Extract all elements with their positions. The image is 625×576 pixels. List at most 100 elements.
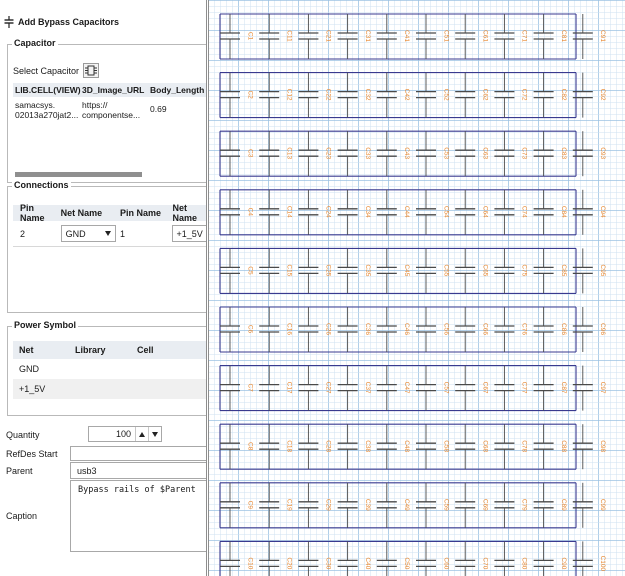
capacitor-refdes-label: C42 [403, 89, 410, 101]
capacitor-refdes-label: C59 [442, 499, 449, 511]
schematic-canvas[interactable]: C1 C11 C21 C31 C41 C51 C61 C71 C81 C91 C2 C12 C22 C32… [208, 0, 625, 576]
capacitor-refdes-label: C18 [285, 440, 292, 452]
capacitor-refdes-label: C33 [364, 147, 371, 159]
capacitor-refdes-label: C23 [325, 147, 332, 159]
column-header-3d-image-url[interactable]: 3D_Image_URL [79, 85, 147, 95]
capacitor-refdes-label: C86 [560, 323, 567, 335]
capacitor-refdes-label: C2 [246, 90, 253, 99]
capacitor-refdes-label: C28 [325, 440, 332, 452]
capacitor-refdes-label: C25 [325, 264, 332, 276]
caption-textarea[interactable]: Bypass rails of $Parent [70, 480, 206, 552]
column-header-lib-cell[interactable]: LIB.CELL(VIEW) [13, 85, 81, 95]
panel-title-text: Add Bypass Capacitors [18, 17, 120, 27]
connections-table-header: Pin Name Net Name Pin Name Net Name [13, 203, 206, 223]
capacitor-refdes-label: C36 [364, 323, 371, 335]
capacitor-refdes-label: C15 [285, 264, 292, 276]
component-icon [85, 65, 98, 76]
capacitor-refdes-label: C61 [481, 30, 488, 42]
capacitor-refdes-label: C32 [364, 89, 371, 101]
column-header-body-length[interactable]: Body_Length [147, 85, 206, 95]
capacitor-refdes-label: C74 [521, 206, 528, 218]
capacitor-refdes-label: C19 [285, 499, 292, 511]
capacitor-refdes-label: C27 [325, 382, 332, 394]
schematic-svg[interactable]: C1 C11 C21 C31 C41 C51 C61 C71 C81 C91 C2 C12 C22 C32… [208, 0, 625, 576]
column-header-pin-name-2[interactable]: Pin Name [116, 208, 168, 218]
column-header-net-name-2[interactable]: Net Name [168, 203, 206, 223]
column-header-pin-name-1[interactable]: Pin Name [13, 203, 57, 223]
column-header-cell[interactable]: Cell [137, 345, 197, 355]
refdes-start-input[interactable] [70, 446, 206, 461]
table-row[interactable]: samacsys. 02013a270jat2... https:// comp… [13, 97, 206, 120]
column-header-library[interactable]: Library [75, 345, 137, 355]
capacitor-refdes-label: C37 [364, 382, 371, 394]
horizontal-scrollbar[interactable] [15, 172, 142, 177]
table-row: 2 GND 1 +1_5V [13, 221, 206, 247]
bypass-capacitor-panel: Add Bypass Capacitors Capacitor Select C… [0, 0, 207, 576]
image-url-value: https:// componentse... [82, 100, 141, 120]
capacitor-refdes-label: C35 [364, 264, 371, 276]
select-capacitor-button[interactable] [83, 63, 100, 78]
capacitor-refdes-label: C95 [599, 264, 606, 276]
capacitor-refdes-label: C83 [560, 147, 567, 159]
capacitor-refdes-label: C82 [560, 89, 567, 101]
net-name-select-value: GND [65, 228, 86, 239]
capacitor-refdes-label: C60 [442, 557, 449, 569]
arrow-up-icon [139, 431, 145, 437]
net-name-select-2[interactable]: +1_5V [172, 225, 206, 242]
capacitor-refdes-label: C54 [442, 206, 449, 218]
capacitor-refdes-label: C22 [325, 89, 332, 101]
capacitor-refdes-label: C66 [481, 323, 488, 335]
caption-label: Caption [6, 511, 38, 521]
increment-button[interactable] [135, 427, 148, 441]
capacitor-refdes-label: C68 [481, 440, 488, 452]
decrement-button[interactable] [148, 427, 161, 441]
capacitor-refdes-label: C75 [521, 264, 528, 276]
table-row[interactable]: +1_5V [13, 379, 206, 399]
capacitor-refdes-label: C85 [560, 264, 567, 276]
capacitor-refdes-label: C65 [481, 264, 488, 276]
body-length-value: 0.69 [150, 104, 167, 114]
capacitor-refdes-label: C12 [285, 89, 292, 101]
panel-title: Add Bypass Capacitors [4, 15, 119, 29]
quantity-stepper[interactable]: 100 [88, 426, 162, 442]
power-net-value: GND [19, 364, 39, 374]
capacitor-refdes-label: C58 [442, 440, 449, 452]
capacitor-refdes-label: C26 [325, 323, 332, 335]
capacitor-refdes-label: C52 [442, 89, 449, 101]
capacitor-refdes-label: C81 [560, 30, 567, 42]
capacitor-refdes-label: C4 [246, 208, 253, 217]
capacitor-refdes-label: C72 [521, 89, 528, 101]
parent-input[interactable]: usb3 [70, 462, 206, 479]
capacitor-refdes-label: C20 [285, 557, 292, 569]
capacitor-refdes-label: C46 [403, 323, 410, 335]
capacitor-group-legend: Capacitor [12, 38, 58, 48]
power-symbol-table-header: Net Library Cell [13, 341, 206, 359]
quantity-label: Quantity [6, 430, 40, 440]
capacitor-refdes-label: C93 [599, 147, 606, 159]
connections-group: Connections Pin Name Net Name Pin Name N… [7, 180, 206, 313]
capacitor-refdes-label: C48 [403, 440, 410, 452]
column-header-net-name-1[interactable]: Net Name [57, 208, 116, 218]
capacitor-refdes-label: C90 [560, 557, 567, 569]
column-header-net[interactable]: Net [13, 345, 75, 355]
capacitor-refdes-label: C40 [364, 557, 371, 569]
capacitor-refdes-label: C97 [599, 382, 606, 394]
power-symbol-table: Net Library Cell GND +1_5V [13, 341, 206, 399]
capacitor-refdes-label: C78 [521, 440, 528, 452]
capacitor-refdes-label: C99 [599, 499, 606, 511]
capacitor-refdes-label: C94 [599, 206, 606, 218]
capacitor-refdes-label: C10 [246, 557, 253, 569]
net-name-select[interactable]: GND [60, 225, 116, 242]
quantity-value[interactable]: 100 [116, 429, 135, 439]
capacitor-icon [4, 16, 14, 28]
table-row[interactable]: GND [13, 359, 206, 379]
capacitor-refdes-label: C8 [246, 442, 253, 451]
chevron-down-icon [104, 231, 111, 236]
capacitor-refdes-label: C71 [521, 30, 528, 42]
capacitor-refdes-label: C7 [246, 383, 253, 392]
capacitor-refdes-label: C89 [560, 499, 567, 511]
pin-name-value: 1 [119, 228, 125, 239]
capacitor-refdes-label: C11 [285, 30, 292, 42]
capacitor-refdes-label: C98 [599, 440, 606, 452]
capacitor-refdes-label: C56 [442, 323, 449, 335]
